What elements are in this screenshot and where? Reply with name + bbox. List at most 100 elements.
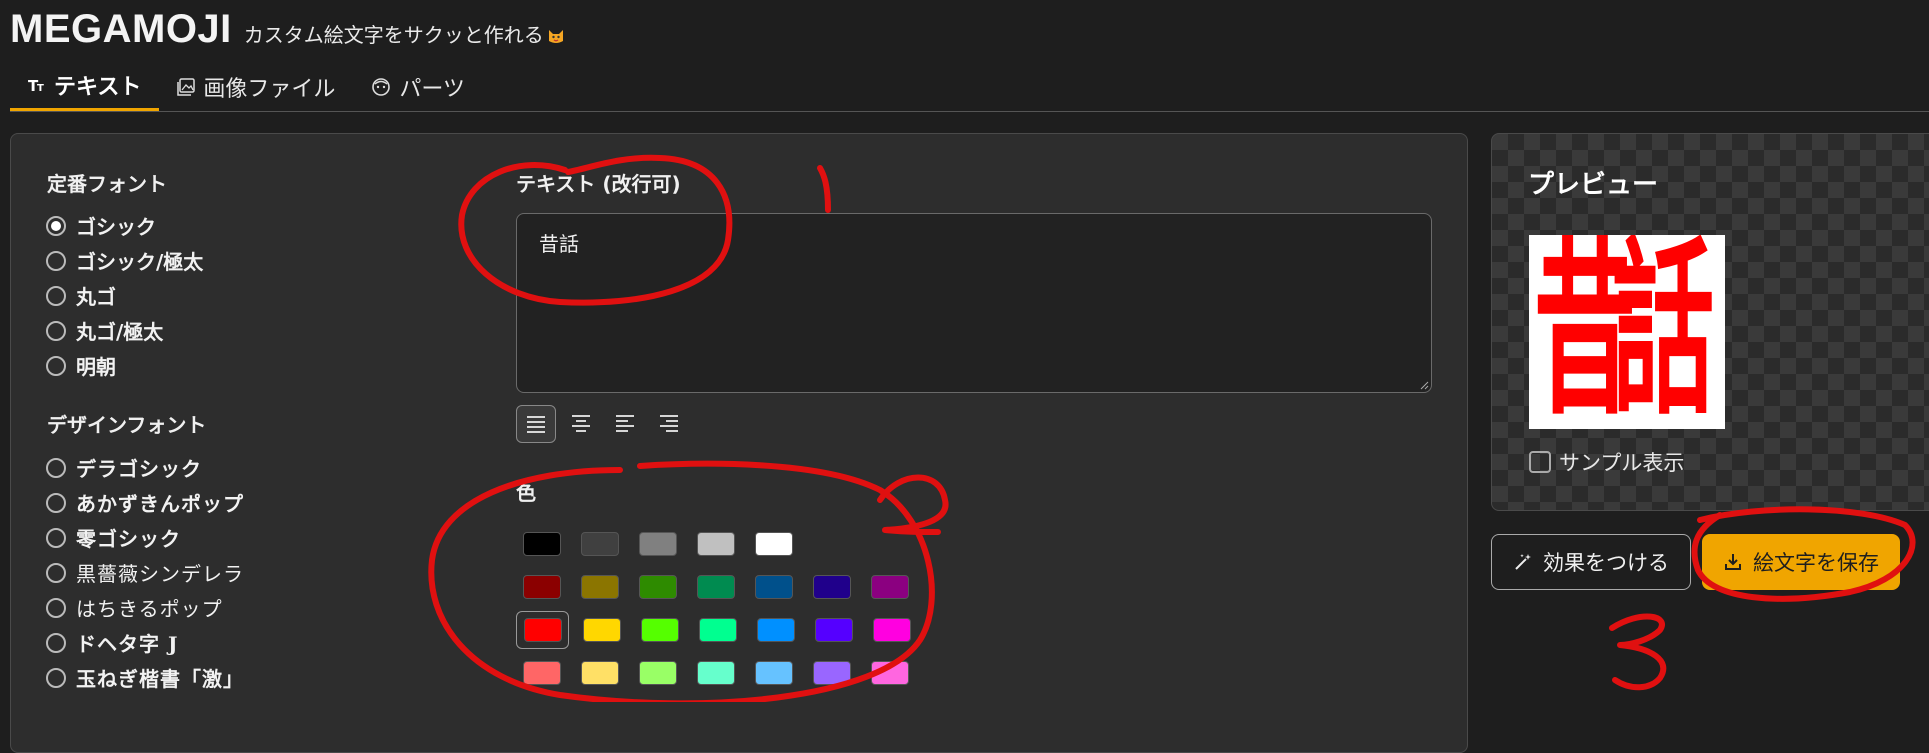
radio-button[interactable] [46,492,66,513]
save-emoji-label: 絵文字を保存 [1753,551,1879,575]
color-swatch[interactable] [748,526,799,562]
color-swatch[interactable] [516,610,569,649]
font-option-gothic-heavy[interactable]: ゴシック/極太 [46,243,203,278]
app-logo: MEGAMOJI [10,6,232,51]
color-swatch[interactable] [864,655,915,691]
font-option-gothic[interactable]: ゴシック [46,208,203,243]
color-label: 色 [516,481,536,505]
align-left-button[interactable] [606,405,644,441]
color-swatch[interactable] [748,569,799,605]
color-swatch[interactable] [806,655,857,691]
font-option-mincho[interactable]: 明朝 [46,348,203,383]
color-swatch[interactable] [808,612,859,648]
color-swatch[interactable] [574,655,625,691]
color-swatch-fill [524,617,562,642]
font-option-label: はちきるポップ [76,597,223,621]
font-option-maru-gothic-heavy[interactable]: 丸ゴ/極太 [46,313,203,348]
color-swatch[interactable] [632,569,683,605]
align-center-button[interactable] [562,405,600,441]
color-swatch[interactable] [576,612,627,648]
color-swatch[interactable] [866,612,917,648]
color-swatch[interactable] [516,655,567,691]
font-option-label: デラゴシック [76,457,202,481]
color-swatch[interactable] [574,526,625,562]
font-option-maru-gothic[interactable]: 丸ゴ [46,278,203,313]
color-swatch[interactable] [748,655,799,691]
standard-font-list: ゴシック ゴシック/極太 丸ゴ 丸ゴ/極太 明朝 [46,208,203,383]
color-swatch-row [516,608,924,651]
font-option-label: ドヘタ字 J [76,632,179,656]
font-option-akazukin-pop[interactable]: あかずきんポップ [46,485,244,520]
left-align-icon [616,415,634,432]
color-swatch-fill [873,617,911,642]
preview-panel: プレビュー 昔話 サンプル表示 [1491,133,1929,511]
save-emoji-button[interactable]: 絵文字を保存 [1702,534,1900,590]
design-font-list: デラゴシック あかずきんポップ 零ゴシック 黒薔薇シンデレラ はちきるポップ ド… [46,450,244,695]
color-swatch-fill [699,617,737,642]
color-swatch-fill [523,574,561,599]
color-swatch-fill [697,660,735,685]
font-option-zero-gothic[interactable]: 零ゴシック [46,520,244,555]
color-swatch[interactable] [690,655,741,691]
radio-button[interactable] [46,285,66,306]
text-align-group [516,405,688,443]
align-right-button[interactable] [650,405,688,441]
font-option-label: あかずきんポップ [76,492,244,516]
font-option-label: 零ゴシック [76,527,181,551]
add-effect-label: 効果をつける [1543,551,1669,575]
tabs-divider [10,111,1929,112]
font-option-doheta-j[interactable]: ドヘタ字 J [46,625,244,660]
color-swatch[interactable] [632,655,683,691]
add-effect-button[interactable]: 効果をつける [1491,534,1691,590]
radio-button[interactable] [46,215,66,236]
color-swatch[interactable] [574,569,625,605]
color-swatch-fill [581,531,619,556]
color-swatch-fill [755,660,793,685]
radio-button[interactable] [46,632,66,653]
app-header: MEGAMOJI カスタム絵文字をサクッと作れる [10,4,565,54]
color-swatch[interactable] [864,569,915,605]
resize-handle-icon[interactable] [1419,380,1429,390]
radio-button[interactable] [46,527,66,548]
radio-button[interactable] [46,355,66,376]
emoji-text-input[interactable]: 昔話 [516,213,1432,393]
emoji-preview-text: 昔話 [1533,235,1715,429]
radio-button[interactable] [46,320,66,341]
sample-toggle[interactable]: サンプル表示 [1529,447,1684,477]
radio-button[interactable] [46,457,66,478]
radio-button[interactable] [46,597,66,618]
color-swatch[interactable] [634,612,685,648]
align-justify-button[interactable] [516,405,556,443]
color-swatch[interactable] [516,526,567,562]
tab-image-file[interactable]: 画像ファイル [159,62,353,112]
face-icon [371,77,391,97]
color-swatch[interactable] [690,526,741,562]
emoji-preview-canvas: 昔話 [1529,235,1725,429]
sample-label: サンプル表示 [1559,451,1685,475]
font-option-hachikiru-pop[interactable]: はちきるポップ [46,590,244,625]
text-size-icon: TT [28,77,46,93]
font-option-tamanegi-kaisho[interactable]: 玉ねぎ楷書「激」 [46,660,244,695]
color-swatch-fill [815,617,853,642]
font-option-kurobara-cinderella[interactable]: 黒薔薇シンデレラ [46,555,244,590]
color-swatch[interactable] [516,569,567,605]
tab-parts[interactable]: パーツ [353,62,483,112]
sample-checkbox[interactable] [1529,451,1551,473]
radio-button[interactable] [46,667,66,688]
color-swatch[interactable] [806,569,857,605]
color-swatch-fill [757,617,795,642]
tab-text-label: テキスト [54,75,142,100]
color-swatch-fill [641,617,679,642]
color-swatch[interactable] [690,569,741,605]
font-option-dela-gothic[interactable]: デラゴシック [46,450,244,485]
color-swatch[interactable] [632,526,683,562]
color-swatch-fill [813,574,851,599]
radio-button[interactable] [46,562,66,583]
color-swatch[interactable] [750,612,801,648]
color-swatch[interactable] [692,612,743,648]
radio-button[interactable] [46,250,66,271]
font-option-label: ゴシック/極太 [76,250,204,274]
color-swatch-fill [583,617,621,642]
cat-face-icon [548,29,563,43]
tab-text[interactable]: TT テキスト [10,62,160,112]
